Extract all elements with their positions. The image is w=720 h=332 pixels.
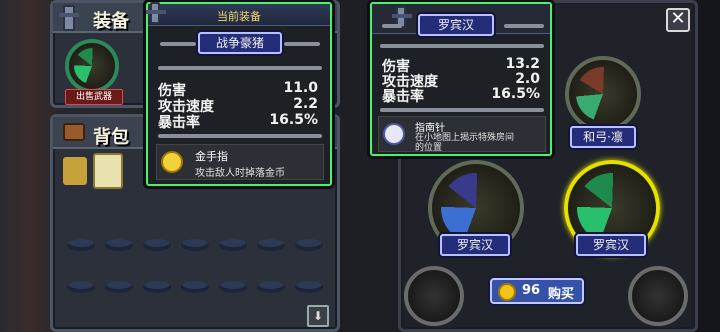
- sell-weapon-button[interactable]: 出售武器: [65, 89, 123, 105]
- backpack-slot[interactable]: [67, 281, 95, 293]
- backpack-arrow-button[interactable]: ⬇: [307, 305, 329, 327]
- weapon-name: 罗宾汉: [456, 238, 493, 252]
- backpack-slot[interactable]: [257, 239, 285, 251]
- backpack-slot[interactable]: [219, 281, 247, 293]
- weapon-name: 罗宾汉: [592, 238, 629, 252]
- perk-box: 指南针 在小地图上揭示特殊房间 的位置: [378, 116, 546, 153]
- backpack-slot[interactable]: [105, 239, 133, 251]
- buy-label: 购买: [548, 287, 575, 302]
- backpack-slot[interactable]: [67, 239, 95, 251]
- buy-button[interactable]: 96 购买: [490, 278, 584, 304]
- gate-ornament-right: [628, 266, 688, 326]
- perk-box: 金手指 攻击敌人时掉落金币: [156, 144, 324, 180]
- gold-fingers-icon: [161, 151, 183, 173]
- weapon-nameplate[interactable]: 罗宾汉: [576, 234, 646, 256]
- compass-icon: [383, 123, 405, 145]
- backpack-slot[interactable]: [105, 281, 133, 293]
- close-icon: ✕: [670, 8, 686, 29]
- backpack-slot[interactable]: [143, 239, 171, 251]
- gate-ornament-left: [404, 266, 464, 326]
- stat-value: 2.0: [515, 71, 540, 87]
- divider: [382, 24, 402, 28]
- weapon-name-plate: 罗宾汉: [418, 14, 494, 36]
- current-weapon-tooltip: 当前装备 战争豪猪 伤害 11.0 攻击速度 2.2 暴击率 16.5% 金手指…: [146, 2, 332, 186]
- stat-value: 16.5%: [269, 112, 318, 128]
- equipment-title: 装备: [93, 11, 129, 32]
- divider: [158, 134, 322, 138]
- sword-icon: [59, 5, 79, 31]
- backpack-slot[interactable]: [257, 281, 285, 293]
- perk-desc: 攻击敌人时掉落金币: [195, 168, 285, 179]
- weapon-name: 战争豪猪: [215, 36, 264, 50]
- weapon-nameplate[interactable]: 和弓·凛: [570, 126, 636, 148]
- weapon-slot-hekyu[interactable]: [565, 56, 641, 132]
- bow-icon: [440, 172, 512, 244]
- equipped-weapon-slot[interactable]: [65, 39, 119, 93]
- divider: [160, 42, 196, 46]
- close-button[interactable]: ✕: [666, 8, 690, 32]
- coin-icon: [498, 283, 516, 301]
- weapon-name-plate: 战争豪猪: [198, 32, 282, 54]
- divider: [158, 66, 322, 70]
- backpack-slot[interactable]: [143, 281, 171, 293]
- divider: [284, 42, 320, 46]
- backpack-title: 背包: [93, 127, 129, 148]
- stat-label: 暴击率: [382, 89, 424, 105]
- stat-label: 暴击率: [158, 115, 200, 131]
- game-screen: 装备 出售武器 背包 ⬇ 当前装备 战争豪猪 伤害 11.0 攻击速度 2.2 …: [0, 0, 720, 332]
- backpack-chest-icon: [63, 123, 85, 141]
- weapon-name: 罗宾汉: [437, 18, 474, 32]
- backpack-slot[interactable]: [295, 281, 323, 293]
- divider: [380, 44, 544, 48]
- current-equip-label: 当前装备: [217, 10, 261, 23]
- buy-price: 96: [522, 283, 541, 298]
- backpack-slot[interactable]: [295, 239, 323, 251]
- weapon-name: 和弓·凛: [583, 130, 623, 144]
- sell-weapon-label: 出售武器: [75, 92, 112, 102]
- stat-value: 11.0: [283, 80, 318, 96]
- backpack-slot[interactable]: [181, 239, 209, 251]
- compare-weapon-tooltip: 罗宾汉 伤害 13.2 攻击速度 2.0 暴击率 16.5% 指南针 在小地图上…: [370, 2, 552, 156]
- perk-desc: 的位置: [415, 143, 443, 153]
- backpack-slot[interactable]: [219, 239, 247, 251]
- backpack-item-scroll[interactable]: [93, 153, 123, 189]
- stat-value: 16.5%: [491, 86, 540, 102]
- bow-icon: [73, 47, 111, 85]
- perk-name: 金手指: [195, 150, 228, 163]
- backpack-item-gold[interactable]: [63, 157, 87, 185]
- stat-value: 2.2: [293, 96, 318, 112]
- bow-icon: [575, 66, 631, 122]
- stat-value: 13.2: [505, 56, 540, 72]
- bow-icon: [576, 172, 648, 244]
- backpack-slot[interactable]: [181, 281, 209, 293]
- divider: [380, 108, 544, 112]
- divider: [504, 24, 544, 28]
- weapon-nameplate[interactable]: 罗宾汉: [440, 234, 510, 256]
